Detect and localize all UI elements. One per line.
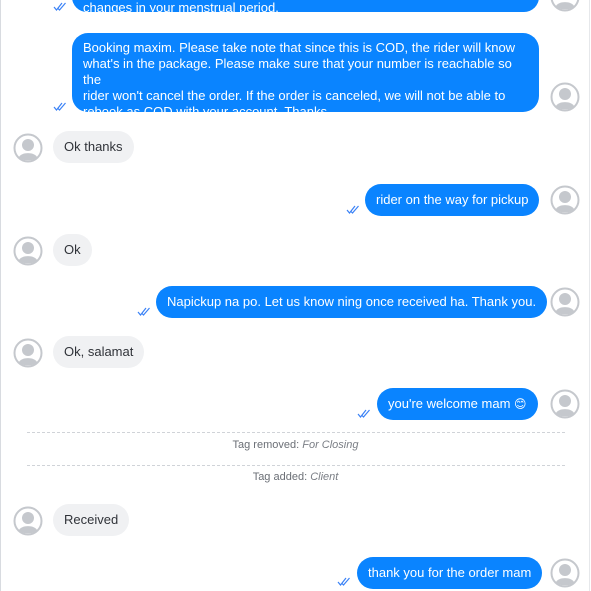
double-check-icon — [53, 102, 67, 111]
double-check-icon — [337, 577, 351, 586]
avatar-placeholder-icon — [550, 287, 580, 317]
avatar-placeholder-icon — [550, 82, 580, 112]
avatar-placeholder-icon — [550, 558, 580, 588]
message-text: Ok — [64, 242, 81, 257]
message-text: rider on the way for pickup — [376, 192, 529, 207]
message-text: Ok thanks — [64, 139, 123, 154]
avatar-placeholder-icon — [13, 338, 43, 368]
message-text: Napickup na po. Let us know ning once re… — [167, 294, 537, 309]
message-bubble-outgoing: Booking maxim. Please take note that sin… — [72, 33, 539, 119]
tag-added-event: Tag added: Client — [0, 471, 591, 483]
message-bubble-incoming: Ok — [53, 234, 92, 266]
double-check-icon — [357, 409, 371, 418]
avatar-placeholder-icon — [550, 389, 580, 419]
double-check-icon — [137, 307, 151, 316]
panel-border-left — [0, 0, 1, 591]
message-bubble-outgoing: changes in your menstrual period. — [72, 0, 539, 15]
avatar-placeholder-icon — [13, 133, 43, 163]
tag-name: Client — [310, 471, 339, 483]
message-bubble-incoming: Ok thanks — [53, 131, 134, 163]
panel-border-right — [589, 0, 590, 591]
message-line: rebook as COD with your account. Thanks. — [83, 104, 331, 119]
message-bubble-incoming: Ok, salamat — [53, 336, 145, 368]
event-label: Tag removed: — [232, 439, 300, 451]
message-text: Received — [64, 512, 119, 527]
message-text: changes in your menstrual period. — [83, 0, 279, 15]
message-text: Ok, salamat — [64, 344, 134, 359]
message-text: you're welcome mam — [388, 396, 511, 411]
avatar-placeholder-icon — [550, 0, 580, 12]
message-line: what's in the package. Please make sure … — [83, 56, 512, 87]
smile-emoji-icon: 😊 — [514, 397, 527, 411]
double-check-icon — [346, 205, 360, 214]
avatar-placeholder-icon — [13, 236, 43, 266]
message-bubble-outgoing: rider on the way for pickup — [365, 184, 540, 216]
event-label: Tag added: — [252, 471, 308, 483]
event-divider — [27, 432, 565, 433]
message-bubble-incoming: Received — [53, 504, 130, 536]
message-text: thank you for the order mam — [368, 565, 532, 580]
message-bubble-outgoing: Napickup na po. Let us know ning once re… — [156, 286, 548, 318]
event-divider — [27, 465, 565, 466]
double-check-icon — [53, 2, 67, 11]
tag-name: For Closing — [302, 439, 359, 451]
tag-removed-event: Tag removed: For Closing — [0, 439, 591, 451]
message-bubble-outgoing: thank you for the order mam — [357, 557, 543, 589]
avatar-placeholder-icon — [13, 506, 43, 536]
message-bubble-outgoing: you're welcome mam 😊 — [377, 388, 538, 420]
message-line: Booking maxim. Please take note that sin… — [83, 40, 516, 55]
avatar-placeholder-icon — [550, 185, 580, 215]
message-line: rider won't cancel the order. If the ord… — [83, 88, 506, 103]
